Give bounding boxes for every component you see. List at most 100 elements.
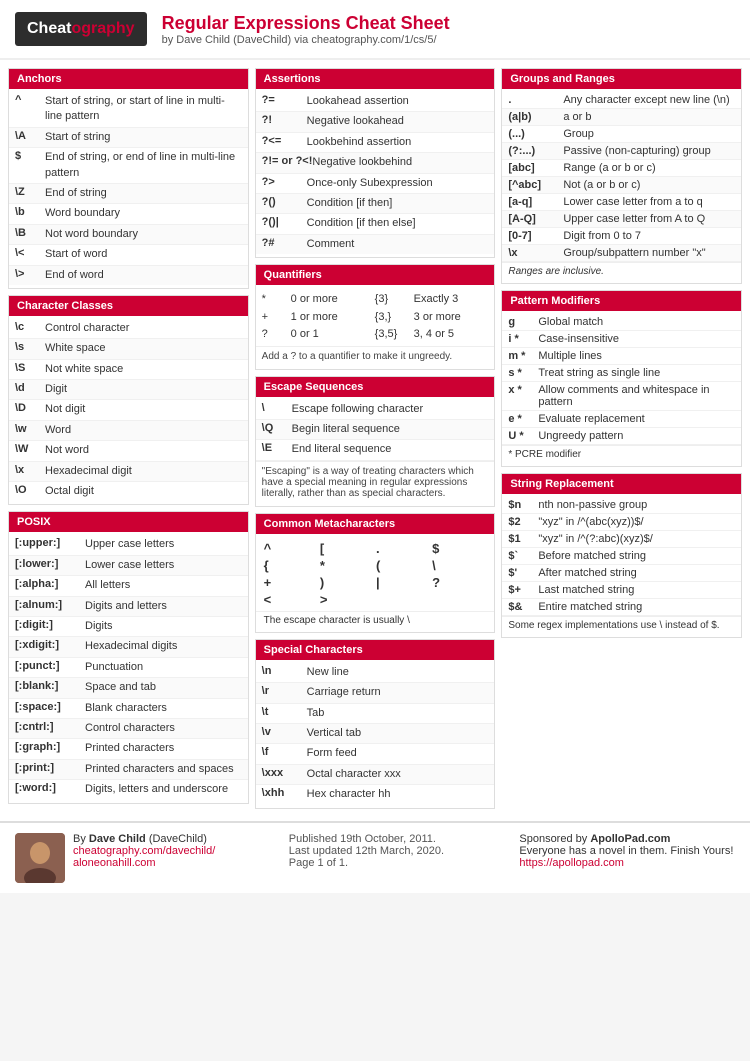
page-title: Regular Expressions Cheat Sheet bbox=[162, 13, 450, 34]
gr-val-8: Digit from 0 to 7 bbox=[563, 230, 735, 242]
assert-val-6: Condition [if then else] bbox=[307, 216, 489, 231]
assert-val-1: Negative lookahead bbox=[307, 114, 489, 129]
table-row: [:word:] Digits, letters and underscore bbox=[9, 780, 248, 799]
gr-key-3: (?:...) bbox=[508, 145, 563, 157]
pm-val-5: Evaluate replacement bbox=[538, 413, 735, 425]
posix-val-12: Digits, letters and underscore bbox=[85, 782, 242, 797]
sr-val-0: nth non-passive group bbox=[538, 499, 735, 511]
pm-val-6: Ungreedy pattern bbox=[538, 430, 735, 442]
anchors-section: Anchors ^ Start of string, or start of l… bbox=[8, 68, 249, 289]
common-metacharacters-title: Common Metacharacters bbox=[256, 514, 495, 534]
posix-key-1: [:lower:] bbox=[15, 558, 85, 570]
posix-key-6: [:punct:] bbox=[15, 660, 85, 672]
gr-key-2: (...) bbox=[508, 128, 563, 140]
sr-key-3: $` bbox=[508, 550, 538, 562]
pm-key-0: g bbox=[508, 316, 538, 328]
meta-char-8: + bbox=[264, 575, 318, 590]
gr-key-8: [0-7] bbox=[508, 230, 563, 242]
q-desc-1: 1 or more bbox=[291, 309, 371, 326]
assert-key-1: ?! bbox=[262, 114, 307, 126]
q-desc-0: 0 or more bbox=[291, 291, 371, 308]
sr-key-1: $2 bbox=[508, 516, 538, 528]
pm-val-2: Multiple lines bbox=[538, 350, 735, 362]
table-row: \xxx Octal character xxx bbox=[256, 765, 495, 785]
posix-key-12: [:word:] bbox=[15, 782, 85, 794]
sc-val-5: Octal character xxx bbox=[307, 767, 489, 782]
pm-key-3: s * bbox=[508, 367, 538, 379]
table-row: $1 "xyz" in /^(?:abc)(xyz)$/ bbox=[502, 531, 741, 548]
q-sym2-2: {3,5} bbox=[375, 326, 410, 343]
pattern-modifiers-title: Pattern Modifiers bbox=[502, 291, 741, 311]
table-row: [0-7] Digit from 0 to 7 bbox=[502, 228, 741, 245]
pattern-modifiers-section: Pattern Modifiers g Global match i * Cas… bbox=[501, 290, 742, 467]
table-row: . Any character except new line (\n) bbox=[502, 92, 741, 109]
logo-cheat: Cheat bbox=[27, 20, 71, 37]
footer-link2[interactable]: aloneonahill.com bbox=[73, 857, 156, 869]
cc-key-4: \D bbox=[15, 402, 45, 414]
anchor-val-7: End of word bbox=[45, 268, 242, 283]
posix-val-1: Lower case letters bbox=[85, 558, 242, 573]
footer-sponsor-tagline: Everyone has a novel in them. Finish You… bbox=[519, 845, 735, 857]
meta-char-0: ^ bbox=[264, 541, 318, 556]
table-row: \n New line bbox=[256, 663, 495, 683]
table-row: ?<= Lookbehind assertion bbox=[256, 133, 495, 153]
cc-key-2: \S bbox=[15, 362, 45, 374]
pm-key-2: m * bbox=[508, 350, 538, 362]
posix-val-7: Space and tab bbox=[85, 680, 242, 695]
pattern-modifiers-body: g Global match i * Case-insensitive m * … bbox=[502, 311, 741, 466]
posix-title: POSIX bbox=[9, 512, 248, 532]
gr-key-0: . bbox=[508, 94, 563, 106]
table-row: [:alpha:] All letters bbox=[9, 576, 248, 596]
cc-val-2: Not white space bbox=[45, 362, 242, 377]
cc-val-5: Word bbox=[45, 423, 242, 438]
gr-val-0: Any character except new line (\n) bbox=[563, 94, 735, 106]
table-row: ?# Comment bbox=[256, 235, 495, 254]
posix-section: POSIX [:upper:] Upper case letters [:low… bbox=[8, 511, 249, 803]
q-sym-1: + bbox=[262, 309, 287, 326]
anchors-title: Anchors bbox=[9, 69, 248, 89]
anchor-key-4: \b bbox=[15, 206, 45, 218]
gr-key-6: [a-q] bbox=[508, 196, 563, 208]
q-sym-2: ? bbox=[262, 326, 287, 343]
table-row: \t Tab bbox=[256, 704, 495, 724]
footer-link1[interactable]: cheatography.com/davechild/ bbox=[73, 845, 215, 857]
meta-char-10: | bbox=[376, 575, 430, 590]
string-replacement-note: Some regex implementations use \ instead… bbox=[502, 616, 741, 634]
column-3: Groups and Ranges . Any character except… bbox=[501, 68, 742, 809]
sr-key-0: $n bbox=[508, 499, 538, 511]
table-row: \W Not word bbox=[9, 441, 248, 461]
groups-ranges-title: Groups and Ranges bbox=[502, 69, 741, 89]
esc-val-0: Escape following character bbox=[292, 402, 489, 417]
table-row: [:space:] Blank characters bbox=[9, 699, 248, 719]
posix-val-10: Printed characters bbox=[85, 741, 242, 756]
table-row: [:upper:] Upper case letters bbox=[9, 535, 248, 555]
table-row: \x Group/subpattern number "x" bbox=[502, 245, 741, 262]
groups-ranges-body: . Any character except new line (\n) (a|… bbox=[502, 89, 741, 283]
meta-char-12: < bbox=[264, 592, 318, 607]
table-row: ?()| Condition [if then else] bbox=[256, 214, 495, 234]
footer-sponsor-link[interactable]: https://apollopad.com bbox=[519, 857, 624, 869]
posix-key-4: [:digit:] bbox=[15, 619, 85, 631]
common-metacharacters-section: Common Metacharacters ^ [ . $ { * ( \ + … bbox=[255, 513, 496, 633]
table-row: (...) Group bbox=[502, 126, 741, 143]
cc-val-3: Digit bbox=[45, 382, 242, 397]
cc-key-8: \O bbox=[15, 484, 45, 496]
q-desc-2: 0 or 1 bbox=[291, 326, 371, 343]
string-replacement-body: $n nth non-passive group $2 "xyz" in /^(… bbox=[502, 494, 741, 637]
character-classes-section: Character Classes \c Control character \… bbox=[8, 295, 249, 506]
sr-val-3: Before matched string bbox=[538, 550, 735, 562]
table-row: (?:...) Passive (non-capturing) group bbox=[502, 143, 741, 160]
sc-key-3: \v bbox=[262, 726, 307, 738]
footer-sponsor-text: Sponsored by ApolloPad.com bbox=[519, 833, 735, 845]
q-sym2-1: {3,} bbox=[375, 309, 410, 326]
table-row: [abc] Range (a or b or c) bbox=[502, 160, 741, 177]
table-row: \A Start of string bbox=[9, 128, 248, 148]
special-characters-body: \n New line \r Carriage return \t Tab \v… bbox=[256, 660, 495, 808]
posix-key-9: [:cntrl:] bbox=[15, 721, 85, 733]
table-row: \b Word boundary bbox=[9, 204, 248, 224]
table-row: \x Hexadecimal digit bbox=[9, 462, 248, 482]
assert-val-4: Once-only Subexpression bbox=[307, 176, 489, 191]
table-row: [:digit:] Digits bbox=[9, 617, 248, 637]
anchor-val-2: End of string, or end of line in multi-l… bbox=[45, 150, 242, 181]
sr-key-2: $1 bbox=[508, 533, 538, 545]
